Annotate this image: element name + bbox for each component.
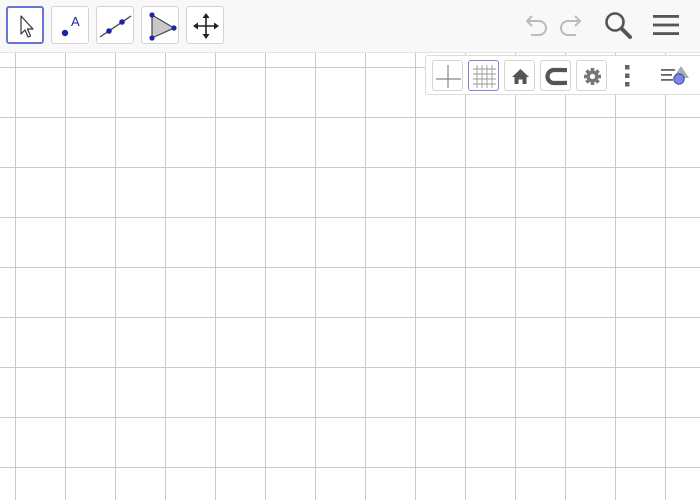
- redo-button[interactable]: [556, 9, 588, 41]
- graphics-view-canvas[interactable]: [0, 53, 700, 500]
- point-tool-button[interactable]: A: [51, 6, 89, 44]
- axes-toggle-button[interactable]: [432, 60, 463, 91]
- main-menu-button[interactable]: [650, 9, 682, 41]
- point-capturing-button[interactable]: [540, 60, 571, 91]
- search-button[interactable]: [602, 9, 634, 41]
- standard-view-button[interactable]: [504, 60, 535, 91]
- move-tool-button[interactable]: [6, 6, 44, 44]
- view-menu-button[interactable]: [658, 60, 689, 91]
- line-tool-button[interactable]: [96, 6, 134, 44]
- undo-button[interactable]: [519, 9, 551, 41]
- move-graphics-view-button[interactable]: [186, 6, 224, 44]
- graphics-style-bar: [425, 55, 700, 95]
- point-label-text: A: [71, 14, 80, 29]
- graphics-settings-button[interactable]: [576, 60, 607, 91]
- grid-toggle-button[interactable]: [468, 60, 499, 91]
- geogebra-app: A: [0, 0, 700, 500]
- more-options-button[interactable]: [612, 60, 643, 91]
- polygon-tool-button[interactable]: [141, 6, 179, 44]
- main-toolbar: A: [0, 0, 700, 53]
